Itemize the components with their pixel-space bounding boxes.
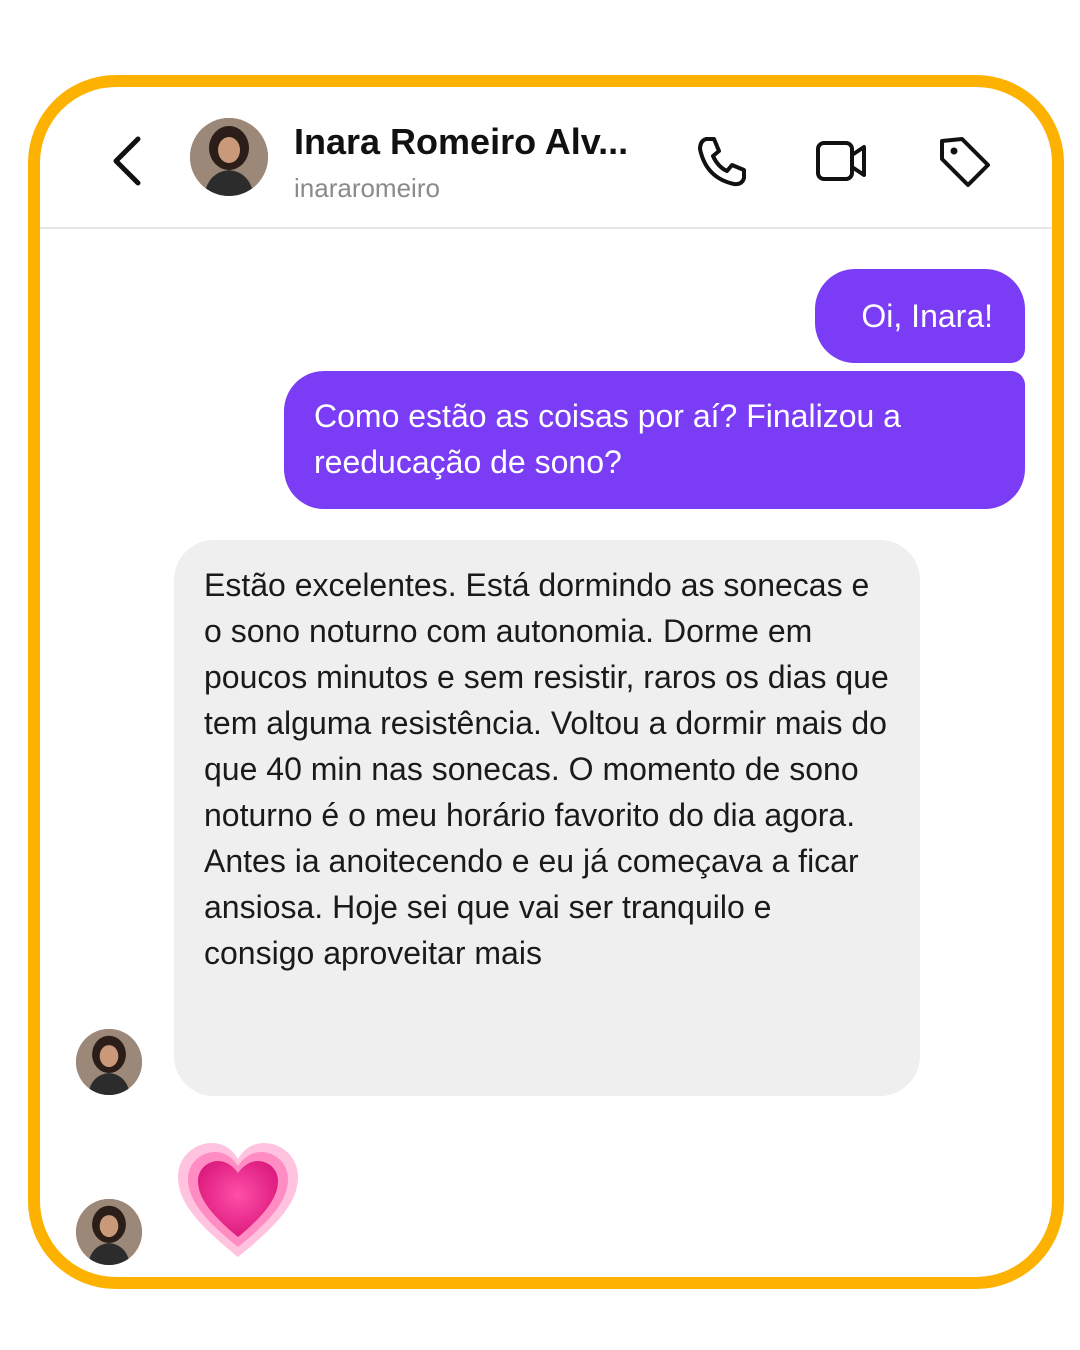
video-icon bbox=[816, 141, 866, 181]
back-button[interactable] bbox=[108, 133, 148, 189]
avatar-image bbox=[190, 118, 268, 196]
growing-heart-icon bbox=[178, 1143, 298, 1257]
video-call-button[interactable] bbox=[812, 131, 872, 191]
tag-icon bbox=[940, 137, 990, 187]
avatar-image bbox=[76, 1029, 142, 1095]
contact-avatar[interactable] bbox=[190, 118, 268, 196]
received-message[interactable]: Estão excelentes. Está dormindo as sonec… bbox=[174, 540, 920, 1096]
contact-handle: inararomeiro bbox=[294, 173, 440, 203]
chat-frame: Inara Romeiro Alv... inararomeiro Oi, In… bbox=[28, 75, 1064, 1289]
contact-name[interactable]: Inara Romeiro Alv... bbox=[294, 121, 628, 163]
sent-message[interactable]: Oi, Inara! bbox=[815, 269, 1025, 363]
sender-avatar[interactable] bbox=[76, 1029, 142, 1095]
chat-header: Inara Romeiro Alv... inararomeiro bbox=[40, 87, 1052, 229]
avatar-image bbox=[76, 1199, 142, 1265]
sender-avatar[interactable] bbox=[76, 1199, 142, 1265]
call-button[interactable] bbox=[692, 131, 752, 191]
chevron-left-icon bbox=[113, 136, 141, 186]
phone-icon bbox=[698, 137, 746, 187]
tag-button[interactable] bbox=[934, 131, 994, 191]
growing-heart-emoji-message[interactable] bbox=[176, 1141, 300, 1261]
sent-message[interactable]: Como estão as coisas por aí? Finalizou a… bbox=[284, 371, 1025, 509]
